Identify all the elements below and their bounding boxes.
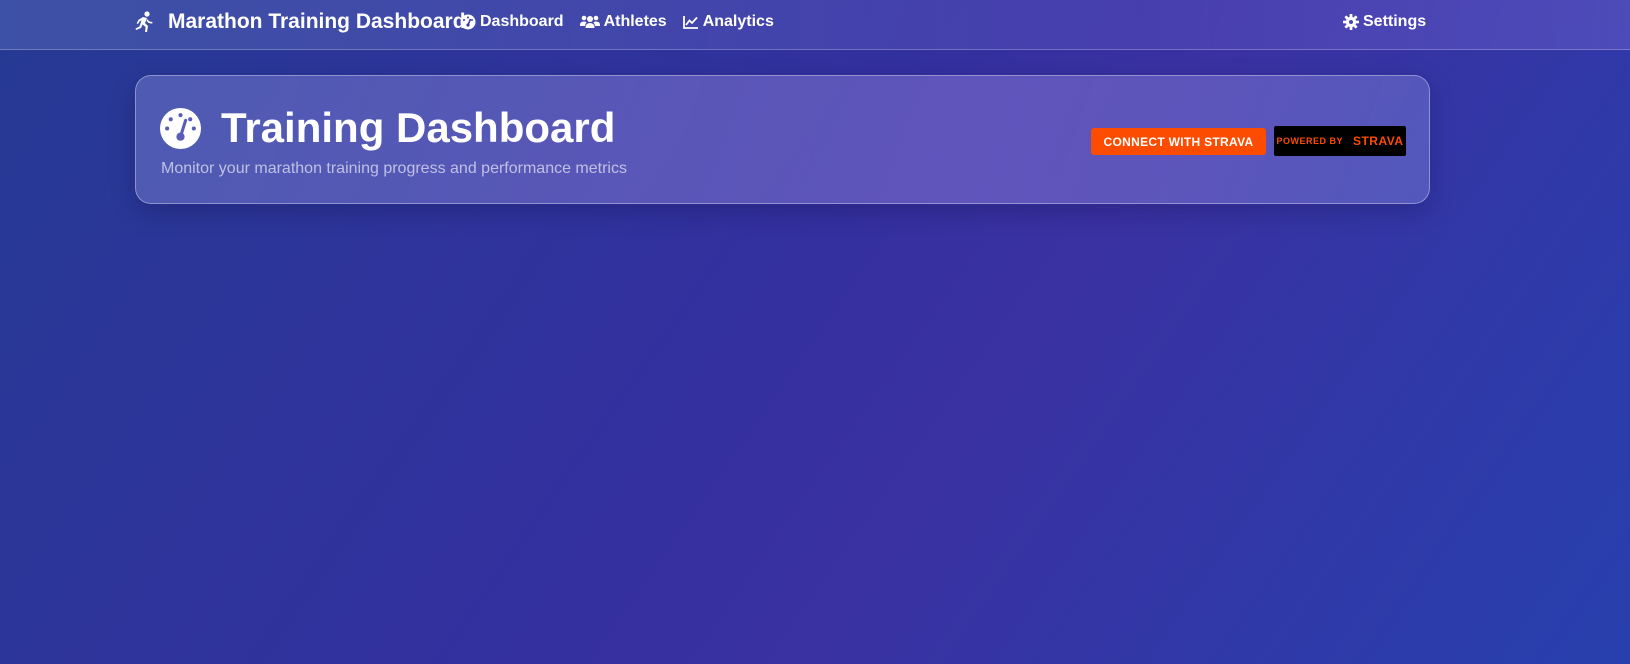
powered-by-label: POWERED BY	[1276, 136, 1343, 146]
tachometer-icon	[460, 14, 476, 30]
nav-link-label: Dashboard	[480, 13, 564, 30]
nav-link-label: Athletes	[603, 13, 667, 30]
brand-title: Marathon Training Dashboard	[168, 10, 466, 33]
connect-strava-button[interactable]: CONNECT WITH STRAVA	[1091, 128, 1266, 155]
page-title-text: Training Dashboard	[221, 104, 616, 151]
page-title: Training Dashboard	[160, 104, 615, 152]
nav-link-dashboard[interactable]: Dashboard	[460, 13, 564, 31]
top-navbar: Marathon Training Dashboard Dashboard At…	[0, 0, 1630, 50]
brand[interactable]: Marathon Training Dashboard	[134, 10, 466, 34]
page-subtitle: Monitor your marathon training progress …	[161, 160, 627, 177]
settings-label: Settings	[1363, 13, 1427, 30]
gauge-icon	[160, 107, 201, 149]
running-icon	[135, 11, 153, 32]
settings-link[interactable]: Settings	[1343, 13, 1426, 31]
nav-link-athletes[interactable]: Athletes	[579, 13, 667, 31]
chart-line-icon	[682, 16, 698, 29]
powered-by-strava-badge: POWERED BY STRAVA	[1274, 126, 1406, 156]
users-icon	[579, 15, 600, 28]
nav-links: Dashboard Athletes Analytics	[460, 13, 790, 31]
gear-icon	[1343, 14, 1359, 30]
nav-link-analytics[interactable]: Analytics	[682, 13, 774, 31]
strava-wordmark: STRAVA	[1352, 134, 1404, 148]
dashboard-header-card: Training Dashboard Monitor your marathon…	[135, 75, 1430, 204]
nav-link-label: Analytics	[702, 13, 774, 30]
